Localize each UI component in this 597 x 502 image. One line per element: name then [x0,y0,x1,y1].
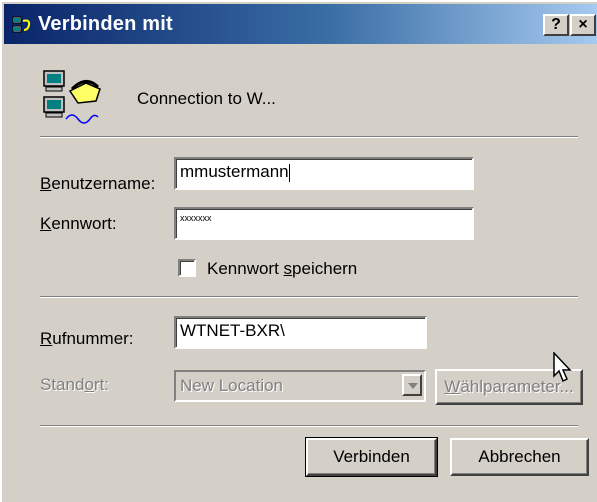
dial-up-connection-icon [43,70,101,124]
password-input[interactable]: xxxxxxx [174,207,474,240]
help-button[interactable]: ? [543,14,569,36]
window-title: Verbinden mit [38,13,173,35]
connect-button[interactable]: Verbinden [305,437,438,477]
phone-label: Rufnummer: [40,329,134,348]
separator-top [40,136,578,138]
dial-up-dialog: Verbinden mit ? × Connection to W... Ben… [0,0,597,502]
close-button[interactable]: × [570,14,596,36]
separator-bottom [40,425,578,427]
cancel-button[interactable]: Abbrechen [450,438,589,476]
location-select[interactable]: New Location [174,370,426,402]
mouse-pointer-icon [553,352,572,383]
connection-name: Connection to W... [137,89,276,108]
save-password-checkbox[interactable] [178,259,196,277]
location-selected: New Location [180,376,284,395]
phone-number-input[interactable]: WTNET-BXR\ [174,316,427,349]
username-input[interactable]: mmustermann [174,157,474,190]
username-label: Benutzername: [40,174,156,193]
separator-middle [40,296,578,298]
title-bar[interactable]: Verbinden mit ? × [4,4,597,44]
save-password-label[interactable]: Kennwort speichern [207,259,357,279]
password-label: Kennwort: [40,214,117,233]
chevron-down-icon[interactable] [402,374,422,396]
location-label: Standort: [40,375,110,394]
network-computer-icon [12,16,31,33]
